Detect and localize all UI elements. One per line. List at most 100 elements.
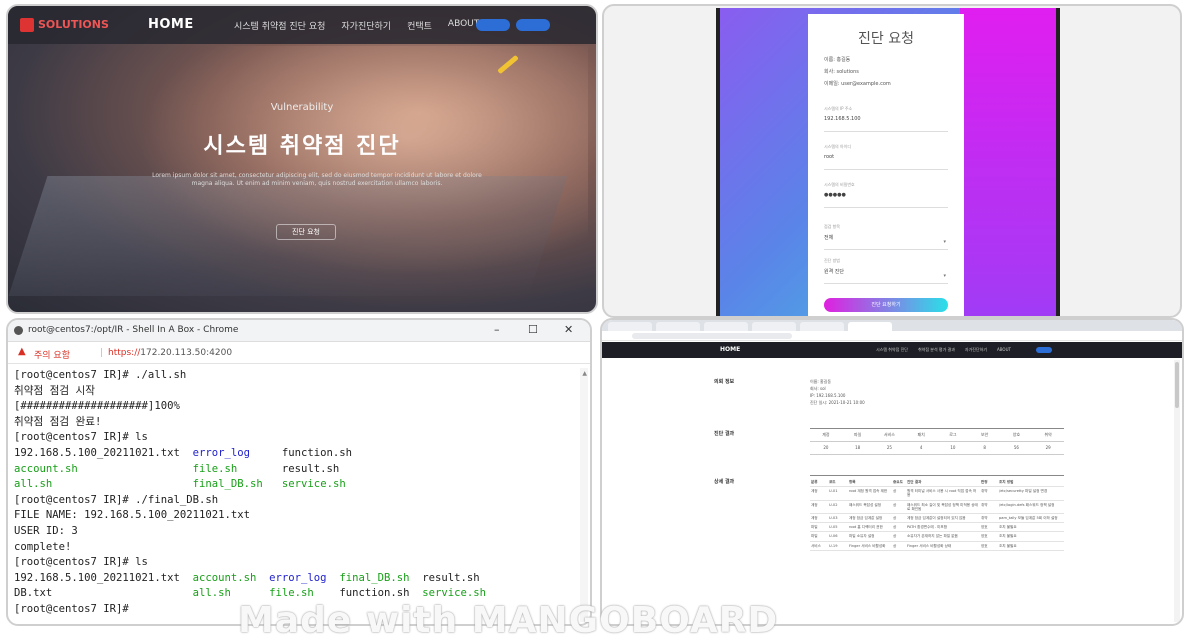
url-scheme: https:// bbox=[108, 348, 141, 358]
table-cell: 코드 bbox=[829, 480, 836, 484]
table-cell: 양호 bbox=[981, 534, 988, 539]
table-cell: U-03 bbox=[829, 516, 838, 521]
table-rule bbox=[810, 454, 1064, 455]
address-bar[interactable]: ▲ 주의 요함 | https://172.20.113.50:4200 bbox=[8, 342, 590, 364]
table-cell: 조치 방법 bbox=[999, 480, 1014, 484]
terminal-text: account.sh bbox=[14, 462, 78, 475]
table-rule bbox=[810, 475, 1064, 476]
terminal-text: all.sh bbox=[14, 478, 53, 491]
table-cell: 계정 bbox=[811, 502, 818, 507]
method-label: 진단 방법 bbox=[824, 258, 840, 263]
summary-header-cell: 서비스 bbox=[883, 432, 895, 437]
table-cell: /etc/securetty 파일 설정 변경 bbox=[999, 489, 1048, 494]
terminal-text: [####################]100% bbox=[14, 400, 180, 413]
browser-tab-active[interactable] bbox=[848, 322, 892, 331]
table-rule bbox=[810, 428, 1064, 429]
terminal-line: complete! bbox=[14, 540, 576, 556]
id-field-label: 시스템의 아이디 bbox=[824, 144, 852, 149]
home-link[interactable]: HOME bbox=[148, 17, 194, 32]
terminal-text: USER ID: 3 bbox=[14, 524, 78, 537]
table-row: 계정 U-02 패스워드 복잡성 설정 상 패스워드 최소 길이 및 복잡성 정책 미적… bbox=[810, 501, 1064, 515]
security-warning[interactable]: 주의 요함 bbox=[34, 348, 70, 361]
detail-header-row: 분류 코드 항목 중요도 진단 결과 판정 조치 방법 bbox=[810, 478, 1064, 488]
table-cell: 중요도 bbox=[893, 480, 903, 484]
logout-button[interactable] bbox=[1036, 347, 1052, 353]
signup-button[interactable] bbox=[516, 19, 550, 31]
nav-item-self-check[interactable]: 자가진단하기 bbox=[341, 19, 391, 32]
browser-tab[interactable] bbox=[704, 322, 748, 331]
chrome-icon bbox=[14, 326, 23, 335]
table-cell: 파일 bbox=[811, 525, 818, 530]
address-bar[interactable] bbox=[602, 331, 1182, 341]
terminal-text: complete! bbox=[14, 540, 72, 553]
form-info-line: 회사: solutions bbox=[824, 69, 859, 75]
minimize-icon[interactable]: – bbox=[494, 323, 500, 336]
ip-field[interactable]: 시스템의 IP 주소 192.168.5.100 bbox=[824, 106, 948, 132]
terminal-line: [root@centos7 IR]# ./all.sh bbox=[14, 368, 576, 384]
table-row: 파일 U-05 root 홈 디렉터리 권한 상 PATH 환경변수에 . 미포함 양호 조… bbox=[810, 523, 1064, 533]
maximize-icon[interactable]: ☐ bbox=[528, 323, 538, 336]
nav-item-diagnosis[interactable]: 시스템 취약점 진단 bbox=[876, 347, 908, 353]
url-separator: | bbox=[100, 348, 104, 358]
nav-item-results[interactable]: 취약점 분석 평가 결과 bbox=[918, 347, 955, 353]
nav-item-contact[interactable]: 컨택트 bbox=[407, 19, 432, 32]
logo-icon[interactable] bbox=[20, 18, 34, 32]
table-cell: U-02 bbox=[829, 502, 838, 507]
table-rule bbox=[810, 441, 1064, 442]
table-cell: 양호 bbox=[981, 525, 988, 530]
table-row: 서비스 U-19 Finger 서비스 비활성화 상 Finger 서비스 비활성화 상… bbox=[810, 542, 1064, 551]
terminal-line: account.sh file.sh result.sh bbox=[14, 462, 576, 478]
table-cell: root 계정 원격 접속 제한 bbox=[849, 489, 888, 494]
close-icon[interactable]: ✕ bbox=[564, 323, 573, 336]
terminal-text: all.sh bbox=[192, 587, 231, 600]
browser-tab[interactable] bbox=[608, 322, 652, 331]
info-line: 회사: sol bbox=[810, 386, 826, 391]
nav-item-request[interactable]: 시스템 취약점 진단 요청 bbox=[234, 19, 325, 32]
scroll-up-icon[interactable]: ▲ bbox=[582, 370, 587, 377]
terminal-panel: root@centos7:/opt/IR - Shell In A Box - … bbox=[6, 318, 592, 626]
terminal-line: USER ID: 3 bbox=[14, 524, 576, 540]
table-cell: 상 bbox=[893, 502, 897, 507]
table-cell: 상 bbox=[893, 525, 897, 530]
table-row: 계정 U-03 계정 잠금 임계값 설정 상 계정 잠금 임계값이 설정되어 있지 않음… bbox=[810, 514, 1064, 524]
method-select[interactable]: 진단 방법 원격 진단 ▾ bbox=[824, 258, 948, 284]
terminal-scrollbar[interactable] bbox=[580, 368, 588, 622]
terminal-text: [root@centos7 IR]# bbox=[14, 602, 136, 615]
table-row: 계정 U-01 root 계정 원격 접속 제한 상 원격 터미널 서비스 사용 시 r… bbox=[810, 487, 1064, 501]
url-host: 172.20.113.50:4200 bbox=[140, 348, 233, 358]
section-title-summary: 진단 결과 bbox=[714, 431, 735, 437]
terminal-text: final_DB.sh bbox=[339, 571, 410, 584]
id-field[interactable]: 시스템의 아이디 root bbox=[824, 144, 948, 170]
nav-item-about[interactable]: ABOUT bbox=[997, 347, 1011, 353]
password-field[interactable]: 시스템의 비밀번호 ●●●●● bbox=[824, 182, 948, 208]
terminal-line: 192.168.5.100_20211021.txt account.sh er… bbox=[14, 571, 576, 587]
url-field[interactable] bbox=[632, 333, 792, 339]
info-line: 이름: 홍길동 bbox=[810, 379, 832, 384]
info-line: 진단 일시: 2021-10-21 10:00 bbox=[810, 400, 865, 405]
page-scroll-thumb[interactable] bbox=[1175, 362, 1179, 408]
nav-item-self-check[interactable]: 자가진단하기 bbox=[965, 347, 987, 353]
login-button[interactable] bbox=[476, 19, 510, 31]
table-cell: 조치 불필요 bbox=[999, 543, 1017, 548]
nav-item-about[interactable]: ABOUT bbox=[448, 19, 479, 32]
browser-tab[interactable] bbox=[800, 322, 844, 331]
section-title-detail: 상세 결과 bbox=[714, 479, 735, 485]
table-cell: 취약 bbox=[981, 502, 988, 507]
table-cell: 파일 소유자 설정 bbox=[849, 534, 875, 539]
terminal-text: [root@centos7 IR]# ls bbox=[14, 431, 148, 444]
browser-tab[interactable] bbox=[656, 322, 700, 331]
terminal-output[interactable]: [root@centos7 IR]# ./all.sh 취약점 점검 시작 [###… bbox=[14, 368, 576, 624]
browser-tab[interactable] bbox=[752, 322, 796, 331]
hero-cta-button[interactable]: 진단 요청 bbox=[276, 224, 336, 240]
table-cell: 상 bbox=[893, 516, 897, 521]
detail-table: 분류 코드 항목 중요도 진단 결과 판정 조치 방법 계정 U-01 root 계정 원격 접속… bbox=[810, 478, 1064, 551]
terminal-line: 취약점 점검 시작 bbox=[14, 384, 576, 400]
logo-text[interactable]: SOLUTIONS bbox=[38, 18, 109, 31]
check-item-select[interactable]: 점검 항목 전체 ▾ bbox=[824, 224, 948, 250]
method-value: 원격 진단 bbox=[824, 269, 844, 275]
table-cell: 조치 불필요 bbox=[999, 525, 1017, 530]
home-link[interactable]: HOME bbox=[720, 346, 740, 353]
submit-request-button[interactable]: 진단 요청하기 bbox=[824, 298, 948, 312]
table-cell: 계정 bbox=[811, 516, 818, 521]
